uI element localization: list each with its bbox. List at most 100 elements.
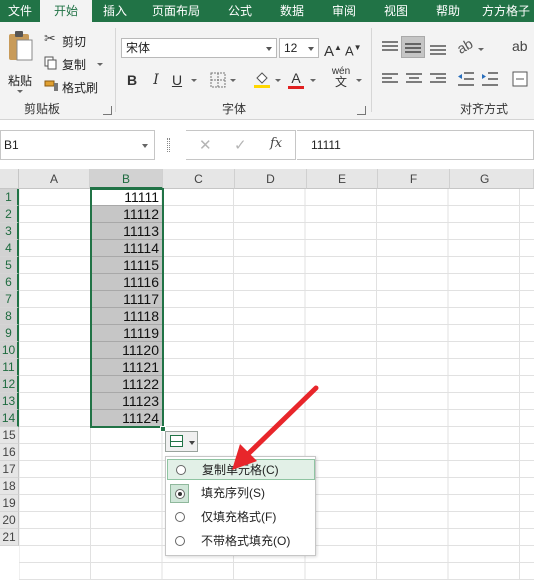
- font-color-icon: A: [291, 70, 301, 86]
- auto-fill-options-button[interactable]: [165, 431, 198, 452]
- row-header[interactable]: 13: [0, 393, 19, 410]
- tab-home[interactable]: 开始: [40, 0, 92, 22]
- paste-button[interactable]: 粘贴: [4, 28, 36, 93]
- row-header[interactable]: 3: [0, 223, 19, 240]
- formula-input[interactable]: 11111: [297, 130, 534, 160]
- tab-view[interactable]: 视图: [370, 0, 422, 22]
- phonetic-dropdown-icon[interactable]: [356, 79, 362, 82]
- row-header[interactable]: 20: [0, 512, 19, 529]
- cell-b8[interactable]: 11118: [90, 308, 163, 325]
- orientation-icon[interactable]: ab: [454, 35, 475, 57]
- cell-b12[interactable]: 11122: [90, 376, 163, 393]
- cell-b4[interactable]: 11114: [90, 240, 163, 257]
- cell-b10[interactable]: 11120: [90, 342, 163, 359]
- border-dropdown-icon[interactable]: [230, 79, 236, 82]
- row-header[interactable]: 10: [0, 342, 19, 359]
- clipboard-launcher-icon[interactable]: [103, 106, 112, 115]
- increase-font-size-button[interactable]: A▲: [324, 39, 342, 61]
- menu-item-fill-series[interactable]: 填充序列(S): [167, 483, 315, 504]
- copy-button[interactable]: 复制: [42, 54, 104, 72]
- column-header-e[interactable]: E: [307, 169, 378, 189]
- row-header[interactable]: 7: [0, 291, 19, 308]
- align-right-icon[interactable]: [428, 72, 448, 86]
- tab-fangfangezi[interactable]: 方方格子: [474, 0, 534, 22]
- menu-item-label: 填充序列(S): [201, 486, 265, 500]
- row-header[interactable]: 15: [0, 427, 19, 444]
- row-header[interactable]: 18: [0, 478, 19, 495]
- orientation-dropdown-icon[interactable]: [478, 48, 484, 51]
- align-center-icon[interactable]: [404, 72, 424, 86]
- tab-page-layout[interactable]: 页面布局: [138, 0, 214, 22]
- row-header[interactable]: 14: [0, 410, 19, 427]
- cell-b7[interactable]: 11117: [90, 291, 163, 308]
- cancel-icon[interactable]: ✕: [199, 136, 212, 154]
- row-header[interactable]: 11: [0, 359, 19, 376]
- row-header[interactable]: 2: [0, 206, 19, 223]
- font-color-dropdown-icon[interactable]: [310, 79, 316, 82]
- align-middle-button[interactable]: [401, 36, 425, 58]
- font-launcher-icon[interactable]: [357, 106, 366, 115]
- align-bottom-icon[interactable]: [428, 42, 448, 56]
- font-size-select[interactable]: 12: [279, 38, 319, 58]
- tab-data[interactable]: 数据: [266, 0, 318, 22]
- select-all-corner[interactable]: [0, 169, 19, 189]
- tab-help[interactable]: 帮助: [422, 0, 474, 22]
- row-header[interactable]: 16: [0, 444, 19, 461]
- row-header[interactable]: 21: [0, 529, 19, 546]
- decrease-indent-icon[interactable]: [456, 71, 476, 87]
- bold-button[interactable]: B: [125, 71, 139, 89]
- row-header[interactable]: 19: [0, 495, 19, 512]
- row-header[interactable]: 8: [0, 308, 19, 325]
- align-left-icon[interactable]: [380, 72, 400, 86]
- menu-item-fill-without-formatting[interactable]: 不带格式填充(O): [167, 531, 315, 552]
- menu-item-copy-cells[interactable]: 复制单元格(C): [167, 459, 315, 480]
- cell-b1[interactable]: 11111: [90, 189, 163, 206]
- cell-b11[interactable]: 11121: [90, 359, 163, 376]
- merge-center-icon[interactable]: [512, 71, 528, 87]
- row-header[interactable]: 6: [0, 274, 19, 291]
- tab-formulas[interactable]: 公式: [214, 0, 266, 22]
- row-header[interactable]: 9: [0, 325, 19, 342]
- tab-review[interactable]: 审阅: [318, 0, 370, 22]
- fill-color-icon[interactable]: [253, 70, 271, 88]
- column-header-g[interactable]: G: [450, 169, 534, 189]
- align-top-icon[interactable]: [380, 40, 400, 54]
- enter-icon[interactable]: ✓: [234, 136, 247, 154]
- row-header[interactable]: 1: [0, 189, 19, 206]
- column-header-a[interactable]: A: [19, 169, 90, 189]
- format-painter-button[interactable]: 格式刷: [42, 77, 102, 95]
- formula-bar-grip-icon[interactable]: [167, 138, 170, 152]
- row-header[interactable]: 12: [0, 376, 19, 393]
- tab-insert[interactable]: 插入: [92, 0, 138, 22]
- cell-b3[interactable]: 11113: [90, 223, 163, 240]
- cut-button[interactable]: ✂ 剪切: [42, 30, 102, 49]
- underline-dropdown-icon[interactable]: [191, 79, 197, 82]
- border-icon[interactable]: [210, 72, 226, 88]
- column-header-c[interactable]: C: [163, 169, 235, 189]
- insert-function-icon[interactable]: fx: [270, 136, 282, 151]
- column-header-b[interactable]: B: [90, 169, 163, 189]
- phonetic-button[interactable]: wén 文: [331, 66, 351, 89]
- italic-button[interactable]: I: [149, 71, 163, 89]
- column-header-f[interactable]: F: [378, 169, 450, 189]
- row-header[interactable]: 4: [0, 240, 19, 257]
- cell-b2[interactable]: 11112: [90, 206, 163, 223]
- wrap-text-icon[interactable]: ab: [512, 38, 528, 54]
- cell-b9[interactable]: 11119: [90, 325, 163, 342]
- name-box[interactable]: B1: [0, 130, 155, 160]
- font-color-button[interactable]: A: [288, 69, 304, 89]
- underline-button[interactable]: U: [170, 71, 184, 89]
- row-header[interactable]: 5: [0, 257, 19, 274]
- tab-file[interactable]: 文件: [0, 0, 40, 22]
- font-name-select[interactable]: 宋体: [121, 38, 277, 58]
- cell-b5[interactable]: 11115: [90, 257, 163, 274]
- menu-item-fill-formatting-only[interactable]: 仅填充格式(F): [167, 507, 315, 528]
- cell-b14[interactable]: 11124: [90, 410, 163, 428]
- row-header[interactable]: 17: [0, 461, 19, 478]
- increase-indent-icon[interactable]: [480, 71, 500, 87]
- decrease-font-size-button[interactable]: A▼: [345, 39, 362, 60]
- fill-color-dropdown-icon[interactable]: [275, 79, 281, 82]
- cell-b13[interactable]: 11123: [90, 393, 163, 410]
- cell-b6[interactable]: 11116: [90, 274, 163, 291]
- column-header-d[interactable]: D: [235, 169, 307, 189]
